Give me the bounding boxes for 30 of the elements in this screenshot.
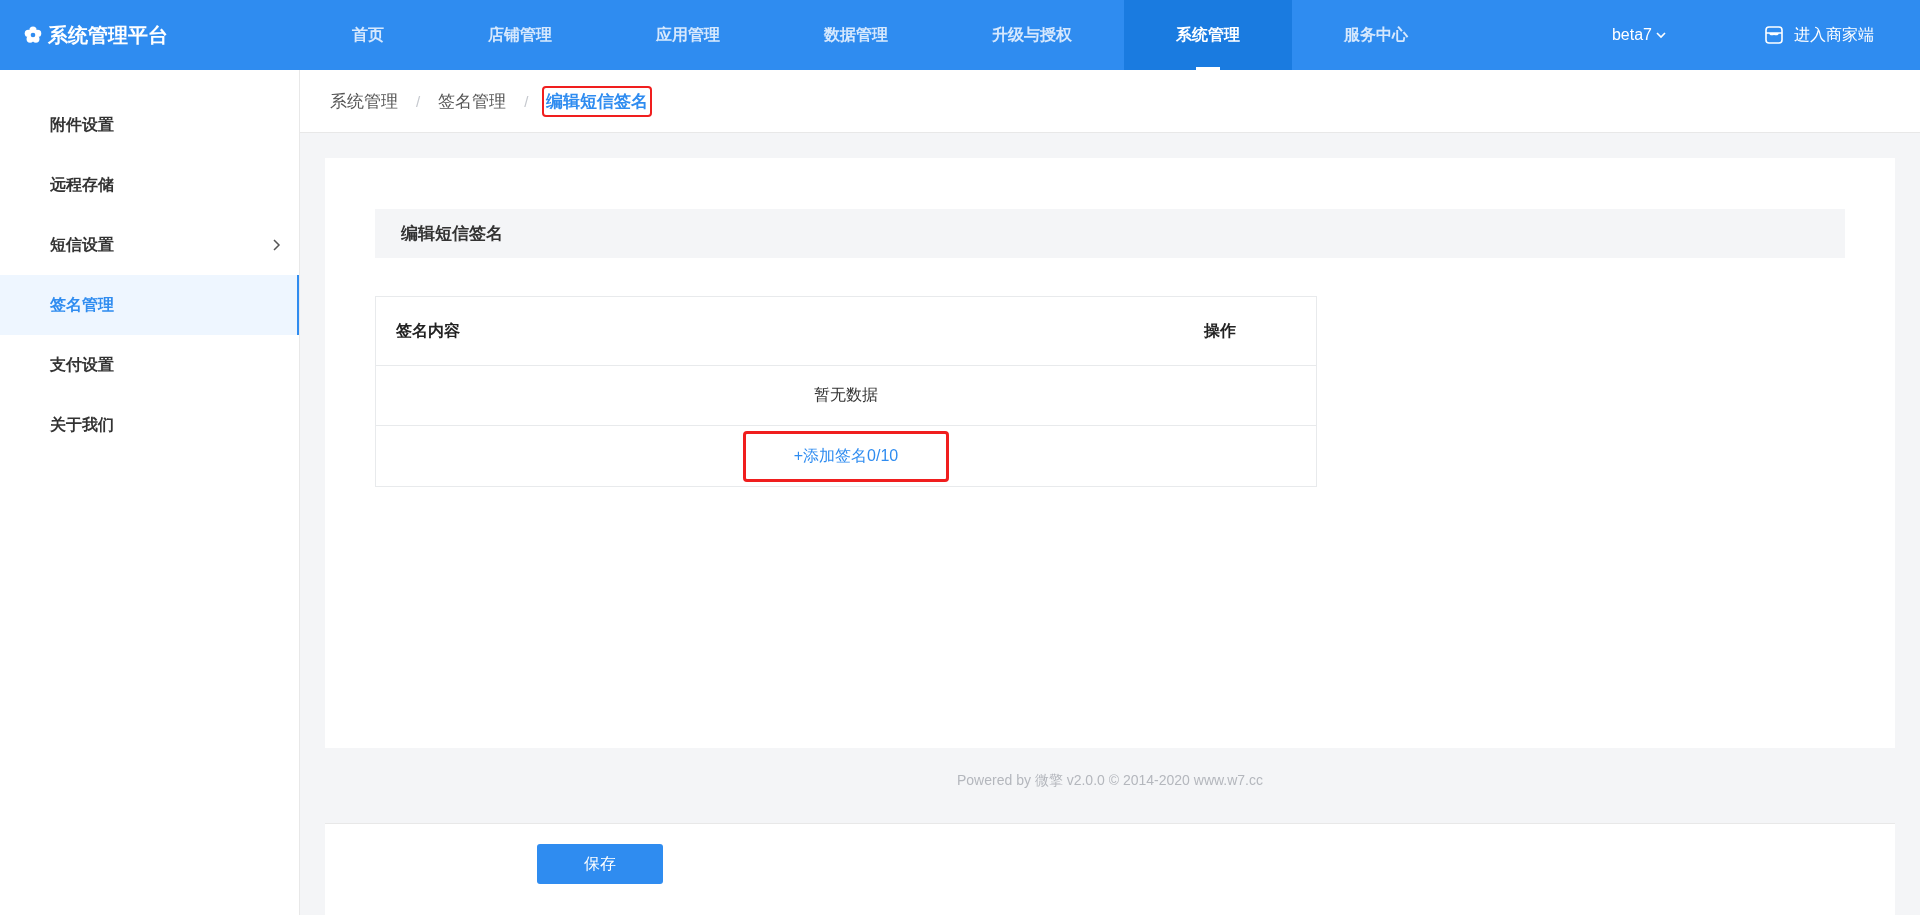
sidebar-item[interactable]: 附件设置: [0, 95, 299, 155]
nav-tab[interactable]: 应用管理: [604, 0, 772, 70]
sidebar-item[interactable]: 短信设置: [0, 215, 299, 275]
merchant-link[interactable]: 进入商家端: [1764, 24, 1874, 46]
add-signature-link[interactable]: +添加签名0/10: [742, 430, 950, 482]
flower-logo-icon: [24, 26, 42, 44]
section-title: 编辑短信签名: [375, 209, 1845, 258]
nav-tab[interactable]: 升级与授权: [940, 0, 1124, 70]
version-dropdown[interactable]: beta7: [1611, 26, 1668, 44]
nav-tab[interactable]: 系统管理: [1124, 0, 1292, 70]
nav-tab[interactable]: 数据管理: [772, 0, 940, 70]
store-icon: [1764, 25, 1784, 45]
sidebar-item[interactable]: 签名管理: [0, 275, 299, 335]
breadcrumb-separator: /: [524, 92, 529, 110]
breadcrumb-link[interactable]: 编辑短信签名: [542, 85, 653, 117]
nav-tab[interactable]: 首页: [300, 0, 436, 70]
column-header: 操作: [1204, 320, 1237, 341]
sidebar-item[interactable]: 远程存储: [0, 155, 299, 215]
sidebar-item[interactable]: 支付设置: [0, 335, 299, 395]
footer-text: Powered by 微擎 v2.0.0 © 2014-2020 www.w7.cc: [957, 771, 1263, 790]
sidebar-item[interactable]: 关于我们: [0, 395, 299, 455]
nav-tab[interactable]: 店铺管理: [436, 0, 604, 70]
breadcrumb-link[interactable]: 系统管理: [326, 85, 402, 117]
platform-title: 系统管理平台: [48, 22, 168, 48]
empty-message: 暂无数据: [814, 385, 878, 405]
breadcrumb-separator: /: [416, 92, 421, 110]
save-button[interactable]: 保存: [537, 844, 663, 884]
column-header: 签名内容: [395, 320, 461, 341]
nav-tab[interactable]: 服务中心: [1292, 0, 1460, 70]
breadcrumb-link[interactable]: 签名管理: [434, 85, 511, 117]
